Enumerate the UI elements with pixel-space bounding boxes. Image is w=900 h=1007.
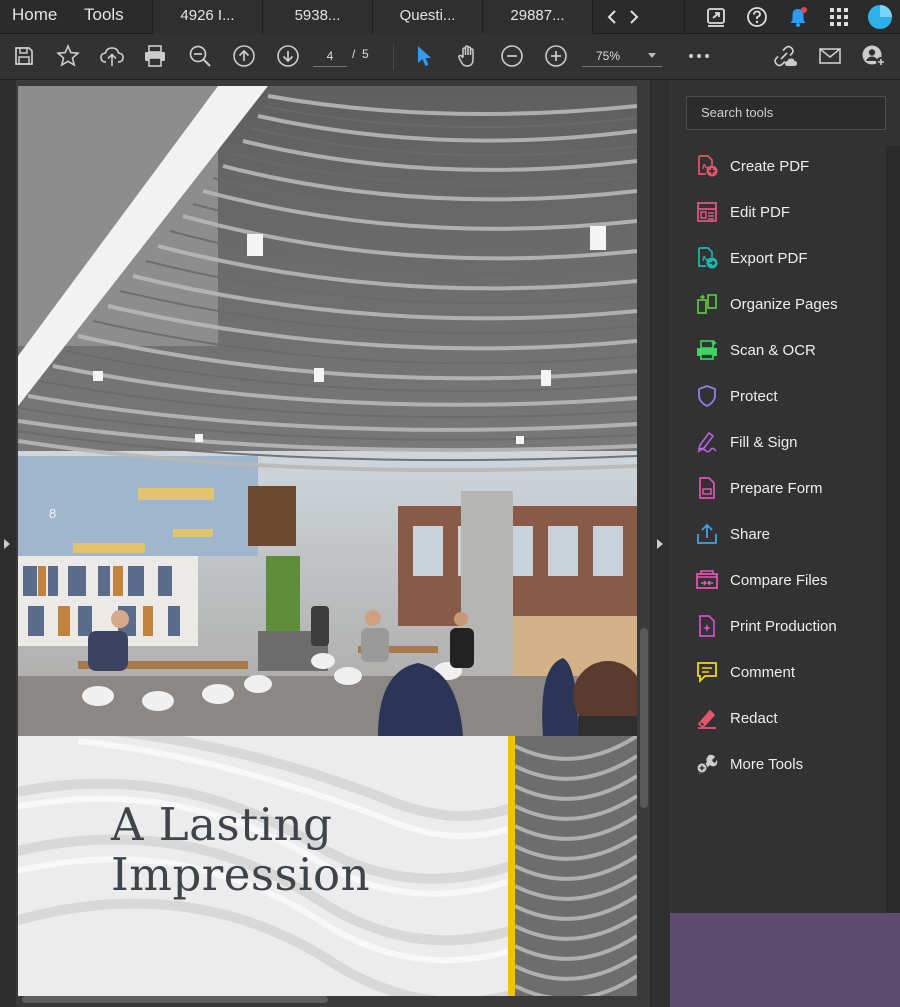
document-tab-1[interactable]: 4926 I...: [152, 0, 262, 34]
print-production-icon: [694, 613, 720, 639]
next-page-icon[interactable]: [275, 43, 301, 69]
document-vertical-scrollbar[interactable]: [640, 628, 648, 808]
redact-icon: [694, 705, 720, 731]
tool-comment[interactable]: Comment: [694, 657, 884, 687]
organize-pages-icon: [694, 291, 720, 317]
tool-label: Edit PDF: [730, 203, 791, 221]
link-cloud-icon[interactable]: [772, 43, 798, 69]
user-avatar-icon[interactable]: [859, 0, 900, 34]
fill-sign-icon: [694, 429, 720, 455]
tool-print-production[interactable]: Print Production: [694, 611, 884, 641]
main-toolbar: 4 / 5 75%: [0, 34, 900, 80]
tool-organize-pages[interactable]: Organize Pages: [694, 289, 884, 319]
tool-redact[interactable]: Redact: [694, 703, 884, 733]
tool-create-pdf[interactable]: Create PDF: [694, 151, 884, 181]
tool-label: More Tools: [730, 755, 804, 773]
title-panel: A Lasting Impression: [18, 736, 508, 996]
help-icon[interactable]: [736, 0, 777, 34]
tool-scan-ocr[interactable]: Scan & OCR: [694, 335, 884, 365]
tool-label: Print Production: [730, 617, 837, 635]
document-horizontal-scrollbar[interactable]: [22, 996, 328, 1003]
prepare-form-icon: [694, 475, 720, 501]
tools-pane-scrollbar[interactable]: [886, 146, 900, 913]
tool-label: Scan & OCR: [730, 341, 816, 359]
tool-label: Export PDF: [730, 249, 808, 267]
tool-fill-sign[interactable]: Fill & Sign: [694, 427, 884, 457]
tools-tab[interactable]: Tools: [72, 0, 152, 34]
document-tab-3[interactable]: Questi...: [372, 0, 482, 34]
scan-ocr-icon: [694, 337, 720, 363]
save-icon[interactable]: [11, 43, 37, 69]
create-pdf-icon: [694, 153, 720, 179]
tab-scroll-arrows: [592, 0, 653, 34]
wave-baffle-photo: [515, 736, 637, 996]
yellow-accent-bar: [508, 736, 515, 996]
tool-protect[interactable]: Protect: [694, 381, 884, 411]
select-cursor-icon[interactable]: [411, 43, 437, 69]
document-tab-4[interactable]: 29887...: [482, 0, 592, 34]
previous-page-icon[interactable]: [231, 43, 257, 69]
apps-grid-icon[interactable]: [818, 0, 859, 34]
office-ceiling-photo: 8: [18, 86, 637, 736]
tool-prepare-form[interactable]: Prepare Form: [694, 473, 884, 503]
zoom-level-select[interactable]: 75%: [582, 45, 662, 67]
chevron-right-icon[interactable]: [629, 9, 639, 24]
zoom-out-magnifier-icon[interactable]: [187, 43, 213, 69]
tool-label: Fill & Sign: [730, 433, 798, 451]
zoom-in-icon[interactable]: [543, 43, 569, 69]
export-pdf-icon: [694, 245, 720, 271]
page-number-input[interactable]: 4: [313, 45, 347, 67]
top-nav-bar: Home Tools 4926 I... 5938... Questi... 2…: [0, 0, 900, 34]
document-tab-2[interactable]: 5938...: [262, 0, 372, 34]
comment-icon: [694, 659, 720, 685]
zoom-out-icon[interactable]: [499, 43, 525, 69]
expand-left-panel-icon[interactable]: [4, 539, 10, 549]
tool-edit-pdf[interactable]: Edit PDF: [694, 197, 884, 227]
tool-more-tools[interactable]: More Tools: [694, 749, 884, 779]
heading-line-2: Impression: [111, 848, 371, 901]
bookmark-star-icon[interactable]: [55, 43, 81, 69]
protect-icon: [694, 383, 720, 409]
home-tab[interactable]: Home: [0, 0, 72, 34]
top-right-actions: [684, 0, 900, 34]
zoom-level-value: 75%: [596, 49, 621, 63]
document-heading: A Lasting Impression: [111, 800, 370, 900]
tool-label: Organize Pages: [730, 295, 838, 313]
page-separator: /: [352, 47, 356, 61]
edit-pdf-icon: [694, 199, 720, 225]
hand-pan-icon[interactable]: [455, 43, 481, 69]
page-number-label: 8: [49, 506, 57, 521]
compare-files-icon: [694, 567, 720, 593]
tool-label: Redact: [730, 709, 778, 727]
share-icon: [694, 521, 720, 547]
notification-bell-icon[interactable]: [777, 0, 818, 34]
collapse-tools-pane-icon[interactable]: [657, 539, 663, 549]
pdf-page: 8 A Lasting Impression: [18, 86, 637, 996]
more-options-icon[interactable]: [686, 43, 712, 69]
tool-share[interactable]: Share: [694, 519, 884, 549]
chevron-down-icon: [648, 53, 656, 58]
toolbar-divider: [393, 44, 394, 70]
more-tools-icon: [694, 751, 720, 777]
tool-label: Create PDF: [730, 157, 810, 175]
print-icon[interactable]: [142, 43, 168, 69]
tool-compare-files[interactable]: Compare Files: [694, 565, 884, 595]
heading-line-1: A Lasting: [111, 798, 333, 851]
search-tools-input[interactable]: Search tools: [686, 96, 886, 130]
tool-label: Prepare Form: [730, 479, 823, 497]
page-count: / 5: [352, 47, 369, 61]
page-total: 5: [362, 47, 369, 61]
cloud-upload-icon[interactable]: [99, 43, 125, 69]
tool-label: Comment: [730, 663, 796, 681]
share-screen-icon[interactable]: [695, 0, 736, 34]
email-icon[interactable]: [817, 43, 843, 69]
promo-panel: [670, 913, 900, 1007]
chevron-left-icon[interactable]: [607, 9, 617, 24]
tool-label: Protect: [730, 387, 778, 405]
tool-export-pdf[interactable]: Export PDF: [694, 243, 884, 273]
tool-label: Compare Files: [730, 571, 828, 589]
tool-label: Share: [730, 525, 771, 543]
add-user-icon[interactable]: [861, 43, 887, 69]
